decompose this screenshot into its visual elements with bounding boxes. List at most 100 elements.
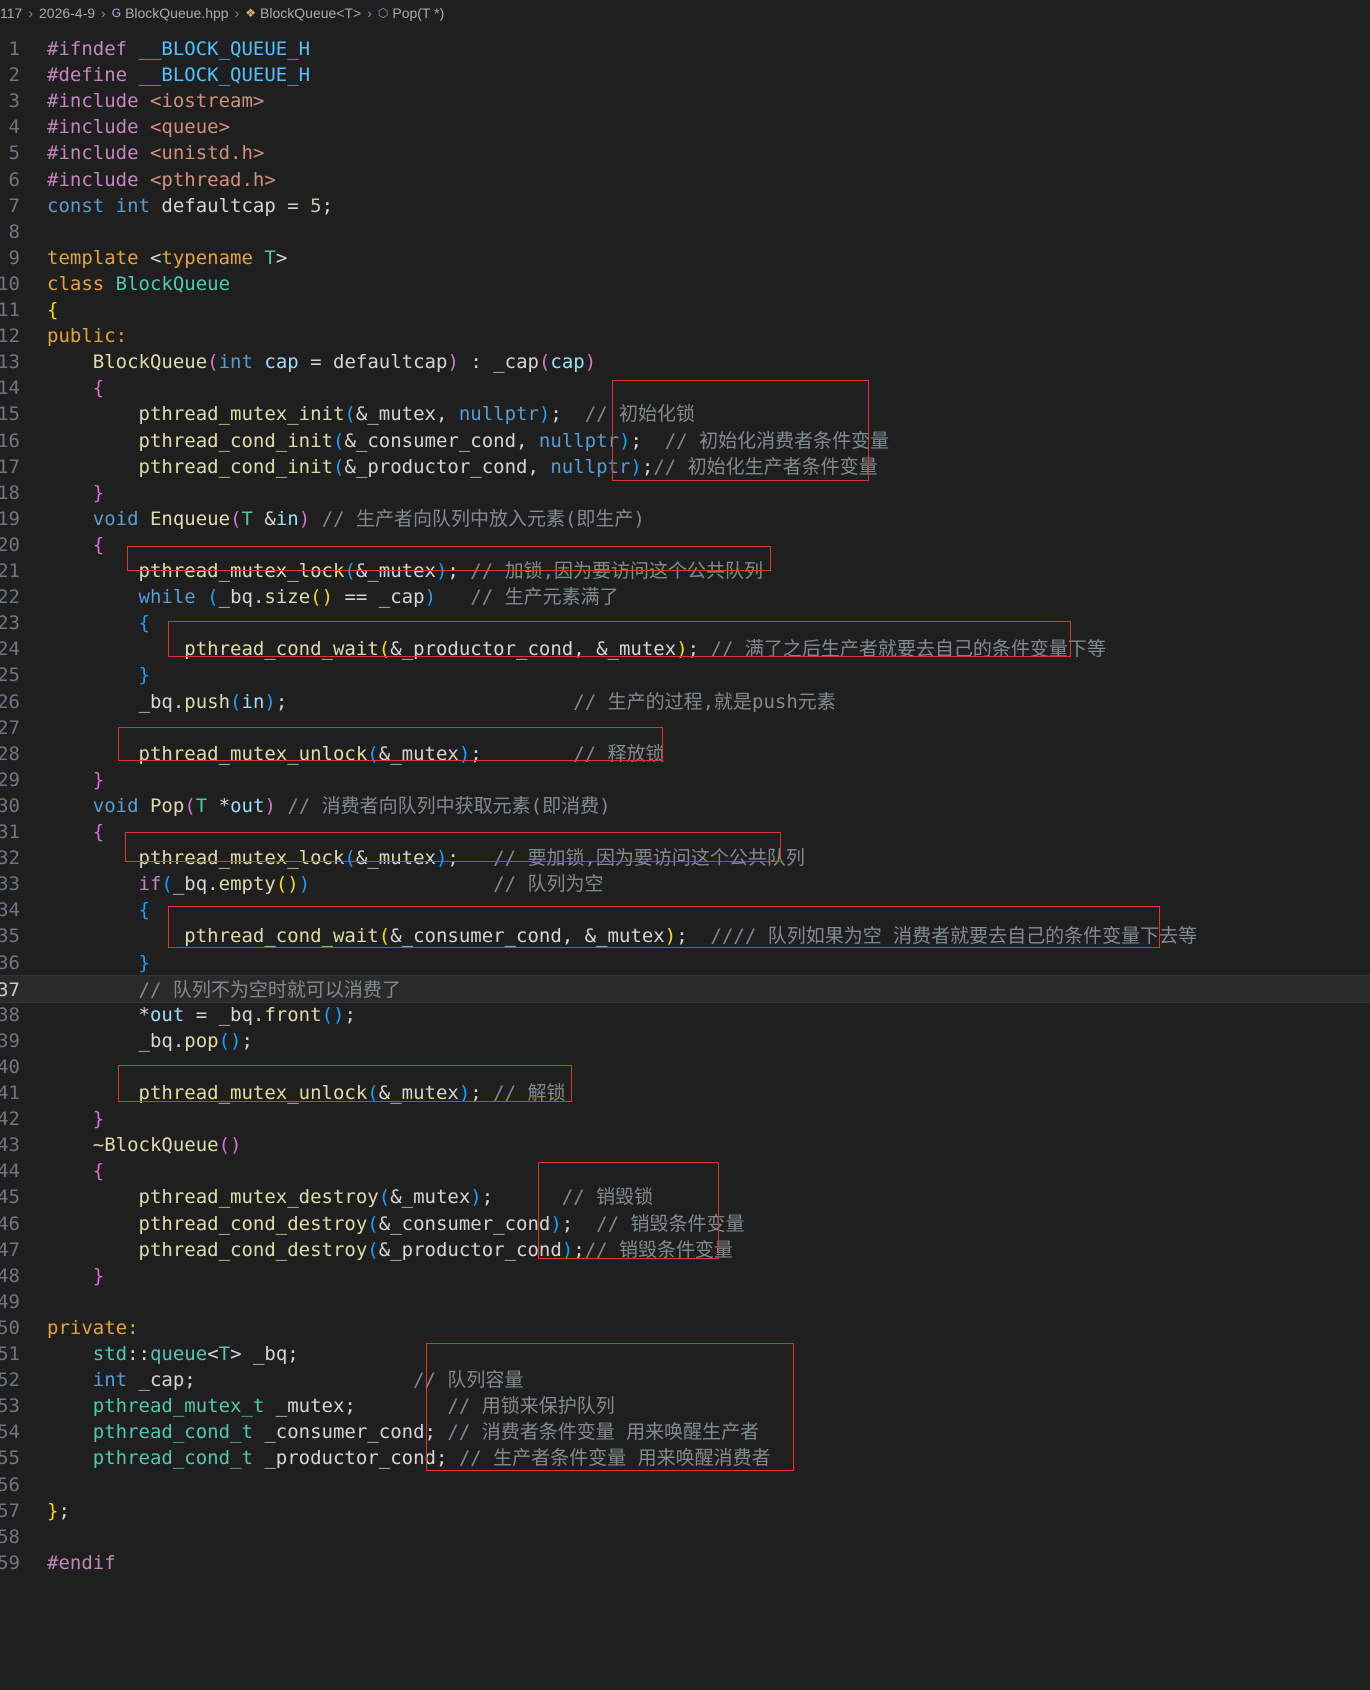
code-line[interactable]: 55 pthread_cond_t _productor_cond; // 生产…: [0, 1444, 1370, 1472]
code-line[interactable]: 5 #include <unistd.h>: [0, 139, 1370, 167]
line-number: 43: [0, 1134, 20, 1157]
code-line[interactable]: 30 void Pop(T *out) // 消费者向队列中获取元素(即消费): [0, 792, 1370, 820]
code-line[interactable]: 34 {: [0, 896, 1370, 924]
code-line[interactable]: 42 }: [0, 1105, 1370, 1133]
code-line[interactable]: 11 {: [0, 296, 1370, 324]
code-line[interactable]: 29 }: [0, 766, 1370, 794]
code-token: ): [458, 1082, 471, 1104]
code-line[interactable]: 33 if(_bq.empty()) // 队列为空: [0, 870, 1370, 898]
code-line[interactable]: 49: [0, 1288, 1370, 1316]
line-number: 14: [0, 377, 20, 400]
code-line[interactable]: 38 *out = _bq.front();: [0, 1001, 1370, 1029]
code-token: <: [207, 1343, 219, 1365]
code-line[interactable]: 43 ~BlockQueue(): [0, 1131, 1370, 1159]
breadcrumb-separator-icon: ›: [28, 5, 33, 21]
code-line[interactable]: 32 pthread_mutex_lock(&_mutex); // 要加锁,因…: [0, 844, 1370, 872]
code-line[interactable]: 16 pthread_cond_init(&_consumer_cond, nu…: [0, 427, 1370, 455]
code-token: nullptr: [458, 403, 539, 426]
code-line[interactable]: 36 }: [0, 949, 1370, 977]
code-line[interactable]: 14 {: [0, 374, 1370, 402]
code-text: #endif: [47, 1549, 116, 1577]
code-line[interactable]: 57};: [0, 1497, 1370, 1525]
code-line[interactable]: 6 #include <pthread.h>: [0, 166, 1370, 194]
code-line[interactable]: 52 int _cap; // 队列容量: [0, 1366, 1370, 1394]
code-line[interactable]: 3 #include <iostream>: [0, 87, 1370, 115]
code-text: pthread_cond_t _consumer_cond; // 消费者条件变…: [47, 1418, 759, 1446]
breadcrumb-item[interactable]: 117: [0, 5, 22, 21]
code-line[interactable]: 48 }: [0, 1262, 1370, 1290]
code-line[interactable]: 21 pthread_mutex_lock(&_mutex); // 加锁,因为…: [0, 557, 1370, 585]
code-line[interactable]: 9 template <typename T>: [0, 244, 1370, 272]
code-token: ;: [58, 1499, 70, 1522]
code-line[interactable]: 56: [0, 1471, 1370, 1499]
code-line[interactable]: 26 _bq.push(in); // 生产的过程,就是push元素: [0, 688, 1370, 716]
code-token: ): [676, 638, 688, 661]
code-token: (: [344, 847, 356, 870]
code-line[interactable]: 44 {: [0, 1157, 1370, 1185]
breadcrumb-item[interactable]: 2026-4-9: [39, 5, 95, 21]
code-line[interactable]: 15 pthread_mutex_init(&_mutex, nullptr);…: [0, 400, 1370, 428]
code-line[interactable]: 8: [0, 218, 1370, 246]
code-token: out: [149, 1003, 185, 1026]
code-token: // 初始化生产者条件变量: [653, 455, 878, 478]
code-token: {: [92, 821, 105, 843]
breadcrumb-item[interactable]: ⬡ Pop(T *): [378, 5, 444, 21]
code-line[interactable]: 40: [0, 1053, 1370, 1081]
code-line[interactable]: 39 _bq.pop();: [0, 1027, 1370, 1055]
code-line[interactable]: 24 pthread_cond_wait(&_productor_cond, &…: [0, 635, 1370, 663]
code-line[interactable]: 41 pthread_mutex_unlock(&_mutex); // 解锁: [0, 1079, 1370, 1107]
code-token: ): [298, 873, 311, 896]
line-number: 12: [0, 325, 20, 348]
code-line[interactable]: 7 const int defaultcap = 5;: [0, 192, 1370, 220]
code-line[interactable]: 25 }: [0, 661, 1370, 689]
code-line[interactable]: 45 pthread_mutex_destroy(&_mutex); // 销毁…: [0, 1183, 1370, 1211]
breadcrumb-item[interactable]: ❖ BlockQueue<T>: [245, 5, 361, 21]
code-line[interactable]: 46 pthread_cond_destroy(&_consumer_cond)…: [0, 1210, 1370, 1238]
code-line[interactable]: 54 pthread_cond_t _consumer_cond; // 消费者…: [0, 1418, 1370, 1446]
code-line[interactable]: 4 #include <queue>: [0, 113, 1370, 141]
code-line[interactable]: 10 class BlockQueue: [0, 270, 1370, 298]
code-line[interactable]: 22 while (_bq.size() == _cap) // 生产元素满了: [0, 583, 1370, 611]
code-token: ;: [275, 690, 574, 713]
line-number: 26: [0, 690, 20, 713]
code-token: &_productor_cond,: [344, 455, 551, 478]
code-line[interactable]: 2 #define __BLOCK_QUEUE_H: [0, 61, 1370, 89]
code-token: _productor_cond;: [252, 1447, 459, 1470]
code-line[interactable]: 31 {: [0, 818, 1370, 846]
breadcrumb-item[interactable]: G BlockQueue.hpp: [112, 5, 229, 21]
code-line[interactable]: 53 pthread_mutex_t _mutex; // 用锁来保护队列: [0, 1392, 1370, 1420]
code-text: }: [47, 1262, 104, 1290]
code-line[interactable]: 35 pthread_cond_wait(&_consumer_cond, &_…: [0, 922, 1370, 950]
code-line[interactable]: 37 // 队列不为空时就可以消费了: [0, 974, 1370, 1003]
code-token: typename: [161, 246, 253, 269]
code-editor[interactable]: 1 #ifndef __BLOCK_QUEUE_H 2 #define __BLOCK…: [0, 26, 1370, 1690]
code-line[interactable]: 17 pthread_cond_init(&_productor_cond, n…: [0, 453, 1370, 481]
code-token: }: [138, 664, 150, 687]
code-line[interactable]: 20 {: [0, 531, 1370, 559]
code-line[interactable]: 12 public:: [0, 322, 1370, 350]
code-line[interactable]: 47 pthread_cond_destroy(&_productor_cond…: [0, 1236, 1370, 1264]
code-token: // 释放锁: [573, 742, 665, 765]
code-token: (: [538, 351, 551, 374]
code-line[interactable]: 28 pthread_mutex_unlock(&_mutex); // 释放锁: [0, 740, 1370, 768]
code-line[interactable]: 13 BlockQueue(int cap = defaultcap) : _c…: [0, 348, 1370, 376]
code-token: (: [184, 794, 196, 817]
line-number: 2: [8, 64, 20, 87]
code-line[interactable]: 59 #endif: [0, 1549, 1370, 1577]
code-line[interactable]: 18 }: [0, 479, 1370, 507]
code-line[interactable]: 23 {: [0, 609, 1370, 637]
code-line[interactable]: 51 std::queue<T> _bq;: [0, 1340, 1370, 1368]
code-line[interactable]: 19 void Enqueue(T &in) // 生产者向队列中放入元素(即生…: [0, 505, 1370, 533]
code-line[interactable]: 27: [0, 714, 1370, 742]
code-line[interactable]: 58: [0, 1523, 1370, 1551]
line-number: 25: [0, 664, 20, 687]
code-token: __BLOCK_QUEUE_H: [138, 64, 311, 87]
code-line[interactable]: 50 private:: [0, 1314, 1370, 1342]
code-line[interactable]: 1 #ifndef __BLOCK_QUEUE_H: [0, 35, 1370, 63]
